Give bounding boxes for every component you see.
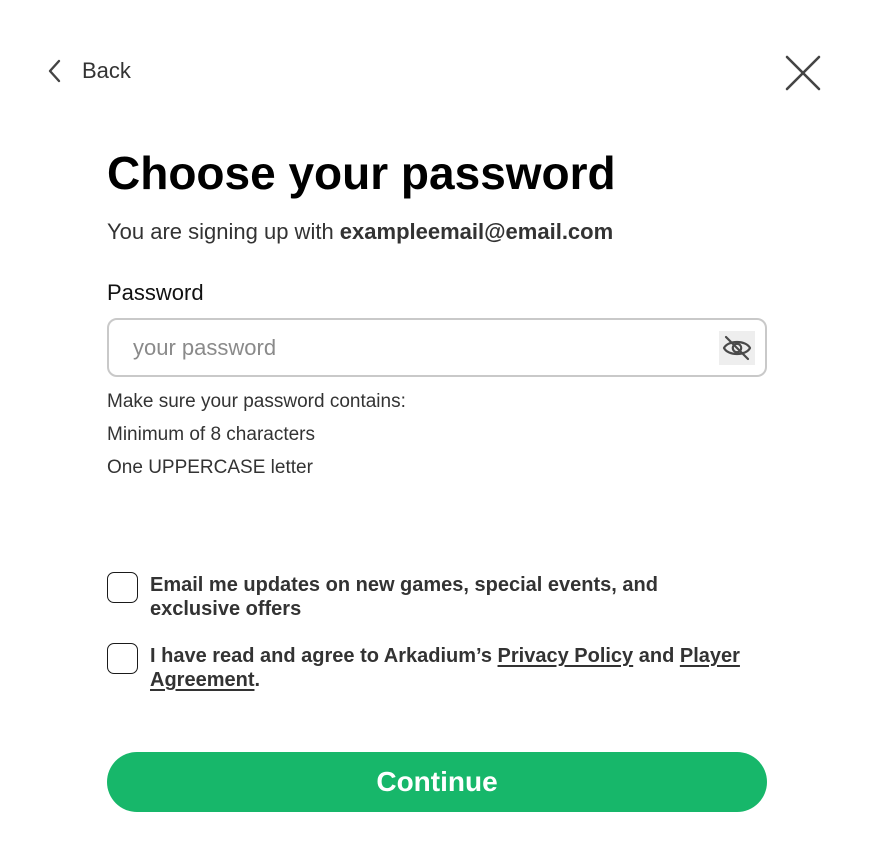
continue-button[interactable]: Continue bbox=[107, 752, 767, 812]
back-button[interactable]: Back bbox=[48, 56, 131, 86]
close-button[interactable] bbox=[784, 54, 822, 92]
terms-text-middle: and bbox=[633, 645, 680, 667]
marketing-consent-label: Email me updates on new games, special e… bbox=[150, 574, 658, 620]
toggle-password-visibility-button[interactable] bbox=[719, 331, 755, 365]
close-icon bbox=[784, 54, 822, 92]
marketing-consent-checkbox[interactable] bbox=[107, 572, 138, 603]
terms-text-before: I have read and agree to Arkadium’s bbox=[150, 645, 498, 667]
password-label: Password bbox=[107, 280, 204, 305]
signup-email-line: You are signing up with exampleemail@ema… bbox=[107, 219, 613, 245]
marketing-consent: Email me updates on new games, special e… bbox=[107, 572, 750, 621]
requirements-intro: Make sure your password contains: bbox=[107, 391, 406, 412]
back-label: Back bbox=[82, 58, 131, 83]
terms-text-after: . bbox=[254, 669, 261, 691]
requirement-min-length: Minimum of 8 characters bbox=[107, 424, 316, 445]
eye-off-icon bbox=[722, 335, 752, 361]
privacy-policy-link[interactable]: Privacy Policy bbox=[498, 645, 634, 667]
terms-consent-label: I have read and agree to Arkadium’s Priv… bbox=[150, 644, 750, 692]
requirement-uppercase: One UPPERCASE letter bbox=[107, 457, 313, 478]
terms-consent: I have read and agree to Arkadium’s Priv… bbox=[107, 643, 750, 692]
password-field bbox=[107, 318, 767, 377]
terms-consent-checkbox[interactable] bbox=[107, 643, 138, 674]
chevron-left-icon bbox=[48, 59, 62, 83]
page-title: Choose your password bbox=[107, 147, 616, 199]
password-requirements: Make sure your password contains: Minimu… bbox=[107, 385, 406, 484]
subtitle-prefix: You are signing up with bbox=[107, 219, 340, 244]
password-input[interactable] bbox=[133, 320, 703, 375]
signup-email: exampleemail@email.com bbox=[339, 219, 614, 244]
